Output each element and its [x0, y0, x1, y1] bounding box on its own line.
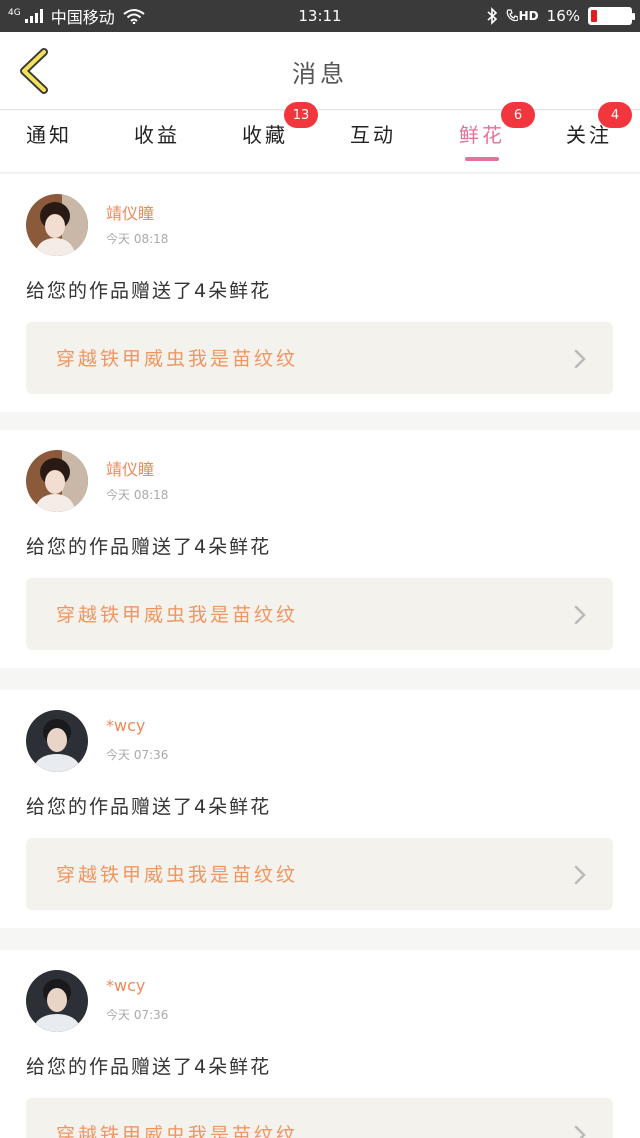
avatar[interactable]	[26, 450, 88, 512]
tab-favorites[interactable]: 收藏 13	[242, 102, 318, 167]
post-time: 今天 07:36	[106, 748, 169, 762]
phone-hd-icon: HD	[506, 9, 539, 23]
user-name[interactable]: *wcy	[106, 716, 145, 735]
tab-notifications[interactable]: 通知	[26, 119, 72, 167]
chevron-right-icon	[574, 349, 586, 369]
chevron-right-icon	[574, 605, 586, 625]
message-card: *wcy 今天 07:36 给您的作品赠送了4朵鲜花 穿越铁甲威虫我是苗纹纹	[0, 690, 640, 928]
message-text: 给您的作品赠送了4朵鲜花	[26, 280, 272, 302]
active-tab-indicator	[465, 157, 499, 161]
tab-interactions[interactable]: 互动	[350, 119, 396, 167]
message-card: *wcy 今天 07:36 给您的作品赠送了4朵鲜花 穿越铁甲威虫我是苗纹纹	[0, 950, 640, 1138]
work-title: 穿越铁甲威虫我是苗纹纹	[56, 348, 299, 370]
status-right: HD 16%	[486, 0, 635, 32]
work-link[interactable]: 穿越铁甲威虫我是苗纹纹	[26, 838, 613, 910]
battery-percent: 16%	[546, 7, 580, 25]
work-link[interactable]: 穿越铁甲威虫我是苗纹纹	[26, 1098, 613, 1138]
message-text: 给您的作品赠送了4朵鲜花	[26, 536, 272, 558]
tab-label: 收益	[134, 123, 180, 147]
chevron-right-icon	[574, 865, 586, 885]
bluetooth-icon	[487, 7, 497, 25]
tab-label: 收藏	[242, 123, 288, 147]
post-time: 今天 08:18	[106, 488, 169, 502]
male-avatar-icon	[26, 970, 88, 1032]
page-title: 消息	[292, 60, 348, 88]
avatar[interactable]	[26, 194, 88, 256]
tab-label: 通知	[26, 123, 72, 147]
avatar[interactable]	[26, 710, 88, 772]
battery-level	[591, 10, 597, 22]
post-time: 今天 08:18	[106, 232, 169, 246]
tab-label: 互动	[350, 123, 396, 147]
status-bar: 4G 中国移动 13:11 HD 16%	[0, 0, 640, 32]
chevron-right-icon	[574, 1125, 586, 1138]
post-time: 今天 07:36	[106, 1008, 169, 1022]
badge-count: 6	[501, 102, 535, 128]
male-avatar-icon	[26, 710, 88, 772]
user-name[interactable]: 靖仪瞳	[106, 456, 154, 480]
female-avatar-icon	[26, 450, 88, 512]
work-link[interactable]: 穿越铁甲威虫我是苗纹纹	[26, 322, 613, 394]
work-title: 穿越铁甲威虫我是苗纹纹	[56, 1124, 299, 1138]
badge-count: 13	[284, 102, 318, 128]
tab-bar: 通知 收益 收藏 13 互动 鲜花 6 关注 4	[0, 102, 640, 173]
badge-count: 4	[598, 102, 632, 128]
work-link[interactable]: 穿越铁甲威虫我是苗纹纹	[26, 578, 613, 650]
message-text: 给您的作品赠送了4朵鲜花	[26, 796, 272, 818]
message-text: 给您的作品赠送了4朵鲜花	[26, 1056, 272, 1078]
tab-label: 鲜花	[459, 123, 505, 147]
message-card: 靖仪瞳 今天 08:18 给您的作品赠送了4朵鲜花 穿越铁甲威虫我是苗纹纹	[0, 174, 640, 412]
female-avatar-icon	[26, 194, 88, 256]
message-card: 靖仪瞳 今天 08:18 给您的作品赠送了4朵鲜花 穿越铁甲威虫我是苗纹纹	[0, 430, 640, 668]
work-title: 穿越铁甲威虫我是苗纹纹	[56, 604, 299, 626]
avatar[interactable]	[26, 970, 88, 1032]
work-title: 穿越铁甲威虫我是苗纹纹	[56, 864, 299, 886]
tab-flowers[interactable]: 鲜花 6	[459, 102, 535, 167]
tab-earnings[interactable]: 收益	[134, 119, 180, 167]
header-bar: 消息	[0, 32, 640, 110]
battery-icon	[588, 7, 635, 25]
user-name[interactable]: *wcy	[106, 976, 145, 995]
tab-follows[interactable]: 关注 4	[566, 102, 632, 167]
user-name[interactable]: 靖仪瞳	[106, 200, 154, 224]
